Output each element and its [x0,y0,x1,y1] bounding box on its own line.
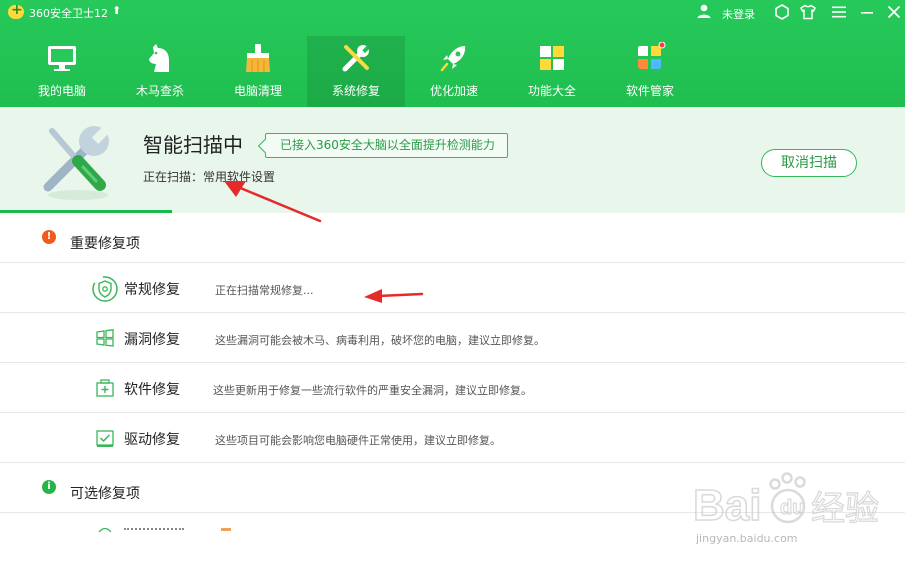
repair-row-name: 常规修复 [124,282,180,298]
annotation-arrow-icon [224,181,322,223]
app-store-icon [638,42,666,69]
repair-row-software[interactable]: 软件修复 这些更新用于修复一些流行软件的严重安全漏洞，建议立即修复。 [0,363,905,412]
nav-item-system-repair[interactable]: 系统修复 [307,36,405,107]
horse-icon [149,44,169,72]
nav-label: 优化加速 [429,84,478,98]
nav-item-features[interactable]: 功能大全 [503,36,601,107]
repair-row-name: 驱动修复 [124,432,180,448]
repair-row-desc: 这些项目可能会影响您电脑硬件正常使用，建议立即修复。 [215,434,501,447]
annotation-arrow-icon [364,289,424,303]
nav-label: 我的电脑 [37,84,86,98]
baidu-watermark-logo: Bai du 经验 [693,472,880,531]
nav-item-cleanup[interactable]: 电脑清理 [209,36,307,107]
rocket-icon [440,46,466,72]
svg-text:du: du [780,497,804,519]
nav-label: 木马查杀 [135,84,184,98]
nav-label: 电脑清理 [233,84,282,98]
grid-icon [540,46,564,70]
arrow-up-icon[interactable]: ⬆ [112,4,121,17]
scan-title: 智能扫描中 [143,133,243,157]
section-important: ! 重要修复项 [0,213,905,263]
nav-item-optimize[interactable]: 优化加速 [405,36,503,107]
nav-label: 功能大全 [527,84,576,98]
repair-row-general[interactable]: 常规修复 正在扫描常规修复... [0,263,905,312]
repair-tools-icon [43,125,111,200]
scan-banner: 智能扫描中 已接入360安全大脑以全面提升检测能力 正在扫描：常用软件设置 取消… [0,107,905,213]
partial-row-mark [221,528,231,531]
windows-icon [96,329,114,347]
repair-row-vulnerability[interactable]: 漏洞修复 这些漏洞可能会被木马、病毒利用，破坏您的电脑，建议立即修复。 [0,313,905,362]
section-label: 可选修复项 [70,486,140,502]
ai-brain-badge: 已接入360安全大脑以全面提升检测能力 [265,133,508,158]
svg-text:Bai: Bai [693,481,761,530]
repair-row-name: 漏洞修复 [124,332,180,348]
section-label: 重要修复项 [70,236,140,252]
monitor-icon [48,46,76,71]
warning-dot-icon: ! [42,230,56,244]
skin-icon[interactable] [773,3,791,21]
shield-icon [92,276,118,302]
nav-item-trojan-scan[interactable]: 木马查杀 [111,36,209,107]
login-link[interactable]: 未登录 [722,6,755,22]
wrench-icon [342,45,371,72]
header: 360安全卫士12 ⬆ 未登录 [0,0,905,107]
app-title: 360安全卫士12 [29,7,108,20]
nav-item-software-manager[interactable]: 软件管家 [601,36,699,107]
shirt-icon[interactable] [799,3,817,21]
title-bar: 360安全卫士12 ⬆ 未登录 [0,0,905,24]
nav-label: 系统修复 [331,84,380,98]
package-plus-icon [96,379,114,397]
main-nav: 我的电脑 木马查杀 电脑清理 系统修复 优化加速 功能大全 软件管家 [0,36,905,107]
nav-item-my-computer[interactable]: 我的电脑 [13,36,111,107]
menu-icon[interactable] [830,3,848,21]
cancel-scan-button[interactable]: 取消扫描 [761,149,857,177]
svg-text:经验: 经验 [811,489,879,529]
partial-row-icon [98,527,112,533]
repair-row-desc: 这些漏洞可能会被木马、病毒利用，破坏您的电脑，建议立即修复。 [215,334,545,347]
driver-check-icon [96,430,114,447]
repair-row-desc: 正在扫描常规修复... [215,284,314,297]
nav-label: 软件管家 [625,84,674,98]
app-window: 360安全卫士12 ⬆ 未登录 [0,0,905,569]
info-dot-icon: i [42,480,56,494]
user-icon[interactable] [696,3,712,19]
repair-row-desc: 这些更新用于修复一些流行软件的严重安全漏洞，建议立即修复。 [213,384,532,397]
partial-row-text [124,528,184,531]
app-logo-icon [8,2,24,19]
broom-icon [246,44,270,72]
close-icon[interactable] [885,3,903,21]
repair-row-driver[interactable]: 驱动修复 这些项目可能会影响您电脑硬件正常使用，建议立即修复。 [0,413,905,462]
watermark-caption: jingyan.baidu.com [696,532,798,545]
repair-row-name: 软件修复 [124,382,180,398]
minimize-icon[interactable] [858,3,876,21]
